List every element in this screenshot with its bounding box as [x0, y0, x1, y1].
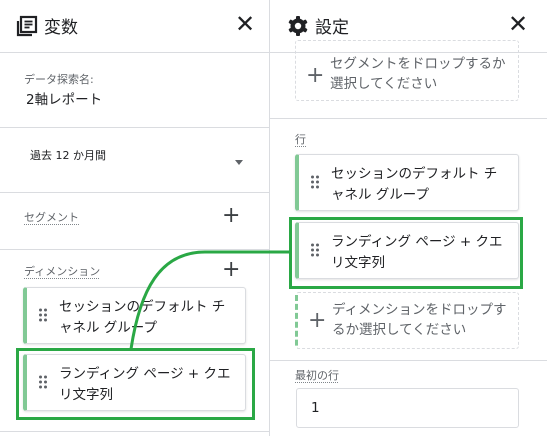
highlight-box — [289, 217, 523, 289]
add-segment-icon[interactable]: + — [306, 63, 324, 88]
divider — [0, 192, 269, 193]
variables-icon — [16, 15, 38, 37]
divider — [0, 52, 269, 53]
segment-drop-zone[interactable]: + セグメントをドロップするか選択してください — [295, 40, 519, 101]
first-row-value: 1 — [311, 400, 320, 416]
first-row-input[interactable]: 1 — [296, 388, 519, 428]
drag-handle-icon[interactable] — [39, 306, 49, 325]
dimensions-label: ディメンション — [24, 265, 101, 278]
divider — [0, 127, 269, 128]
add-segment-button[interactable]: + — [222, 205, 240, 227]
divider — [0, 249, 269, 250]
row-chip[interactable]: セッションのデフォルト チャネル グループ — [295, 154, 519, 211]
divider — [270, 360, 547, 361]
close-icon[interactable]: ✕ — [508, 12, 528, 36]
variables-header: 変数 ✕ — [0, 0, 269, 52]
gear-icon — [288, 16, 308, 36]
segments-label: セグメント — [24, 211, 79, 224]
exploration-name-label: データ探索名: — [24, 73, 94, 86]
dimension-chip-label: セッションのデフォルト チャネル グループ — [59, 299, 226, 336]
dimension-drop-text: ディメンションをドロップするか選択してください — [332, 302, 507, 338]
close-icon[interactable]: ✕ — [235, 12, 255, 36]
add-dimension-button[interactable]: + — [222, 259, 240, 281]
drag-handle-icon[interactable] — [311, 173, 321, 192]
chevron-down-icon[interactable] — [235, 160, 243, 165]
row-chip-label: セッションのデフォルト チャネル グループ — [331, 166, 498, 203]
dimension-drop-zone[interactable]: + ディメンションをドロップするか選択してください — [295, 292, 519, 349]
rows-label: 行 — [295, 133, 306, 146]
dimension-chip[interactable]: セッションのデフォルト チャネル グループ — [23, 287, 246, 344]
first-row-label: 最初の行 — [295, 369, 339, 382]
settings-title: 設定 — [315, 18, 349, 38]
add-dimension-icon[interactable]: + — [308, 308, 326, 333]
divider — [270, 118, 547, 119]
exploration-name-input[interactable]: 2軸レポート — [26, 88, 102, 108]
divider — [0, 431, 269, 432]
highlight-box — [16, 348, 255, 420]
date-range-select[interactable]: 過去 12 か月間 — [30, 147, 106, 163]
variables-title: 変数 — [44, 18, 78, 38]
segment-drop-text: セグメントをドロップするか選択してください — [330, 56, 506, 92]
